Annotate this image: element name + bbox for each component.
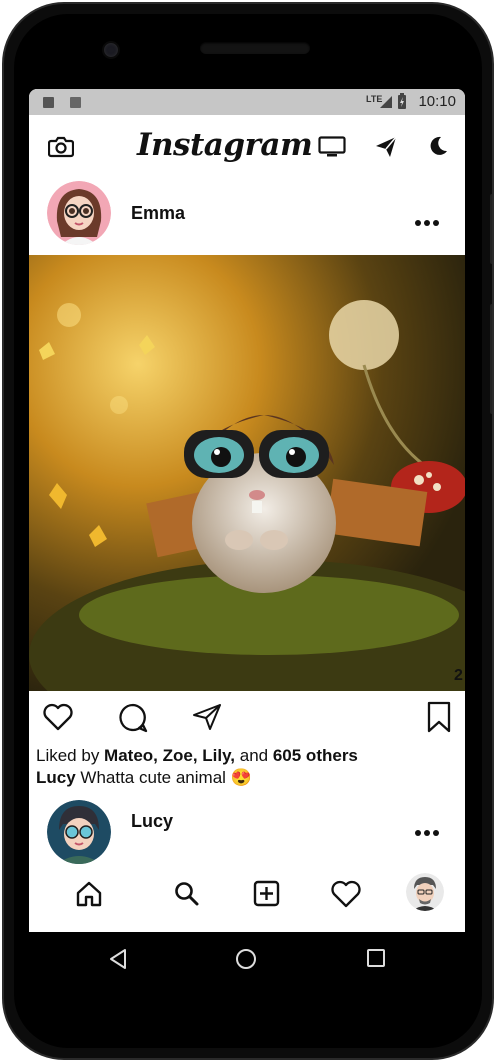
top-bar: Instagram bbox=[29, 115, 465, 177]
profile-avatar[interactable] bbox=[406, 873, 444, 911]
recents-icon[interactable] bbox=[366, 948, 386, 968]
bookmark-icon[interactable] bbox=[427, 701, 451, 733]
avatar[interactable] bbox=[47, 800, 111, 864]
more-options-icon[interactable] bbox=[412, 213, 439, 231]
comment-icon[interactable] bbox=[118, 703, 148, 733]
tv-icon[interactable] bbox=[318, 136, 346, 158]
avatar[interactable] bbox=[47, 181, 111, 245]
sd-card-icon bbox=[43, 97, 54, 108]
send-icon[interactable] bbox=[374, 135, 398, 159]
power-button bbox=[490, 304, 492, 414]
likes-summary: Liked by Mateo, Zoe, Lily, and 605 other… bbox=[36, 746, 358, 766]
status-bar: LTE 10:10 bbox=[29, 89, 465, 115]
home-circle-icon[interactable] bbox=[235, 948, 257, 970]
battery-icon bbox=[398, 93, 406, 109]
next-post-header: Lucy bbox=[29, 795, 465, 865]
post-image[interactable]: 2 bbox=[29, 255, 465, 691]
likes-count[interactable]: 605 others bbox=[273, 746, 358, 765]
clock: 10:10 bbox=[418, 93, 456, 110]
likes-prefix: Liked by bbox=[36, 746, 105, 765]
like-heart-icon[interactable] bbox=[43, 703, 73, 731]
more-options-icon[interactable] bbox=[412, 823, 439, 841]
likes-middle: and bbox=[235, 746, 273, 765]
share-icon[interactable] bbox=[192, 703, 222, 731]
back-icon[interactable] bbox=[108, 948, 128, 970]
post-username[interactable]: Emma bbox=[131, 203, 185, 224]
notification-a-icon bbox=[70, 97, 81, 108]
front-camera bbox=[102, 41, 120, 59]
app-logo[interactable]: Instagram bbox=[137, 127, 313, 163]
bottom-navigation bbox=[29, 865, 465, 932]
liked-by-names[interactable]: Mateo, Zoe, Lily, bbox=[104, 746, 235, 765]
caption-username[interactable]: Lucy bbox=[36, 768, 76, 787]
earpiece-speaker bbox=[200, 42, 310, 54]
post-caption: Lucy Whatta cute animal 😍 bbox=[36, 768, 252, 788]
volume-button bbox=[490, 194, 492, 264]
search-icon[interactable] bbox=[174, 881, 200, 907]
post-actions bbox=[29, 691, 465, 747]
android-navigation-bar bbox=[29, 932, 465, 987]
signal-icon bbox=[380, 96, 392, 108]
moon-icon[interactable] bbox=[427, 135, 449, 157]
svg-text:2: 2 bbox=[454, 667, 463, 684]
next-post-username[interactable]: Lucy bbox=[131, 811, 173, 832]
heart-icon[interactable] bbox=[331, 880, 361, 908]
home-icon[interactable] bbox=[75, 881, 103, 907]
add-post-icon[interactable] bbox=[253, 880, 280, 907]
app-screen: LTE 10:10 Instagram Emma 2 Liked by Mate… bbox=[29, 89, 465, 932]
camera-icon[interactable] bbox=[48, 135, 74, 158]
caption-text: Whatta cute animal 😍 bbox=[75, 768, 252, 787]
post-header: Emma bbox=[29, 177, 465, 255]
